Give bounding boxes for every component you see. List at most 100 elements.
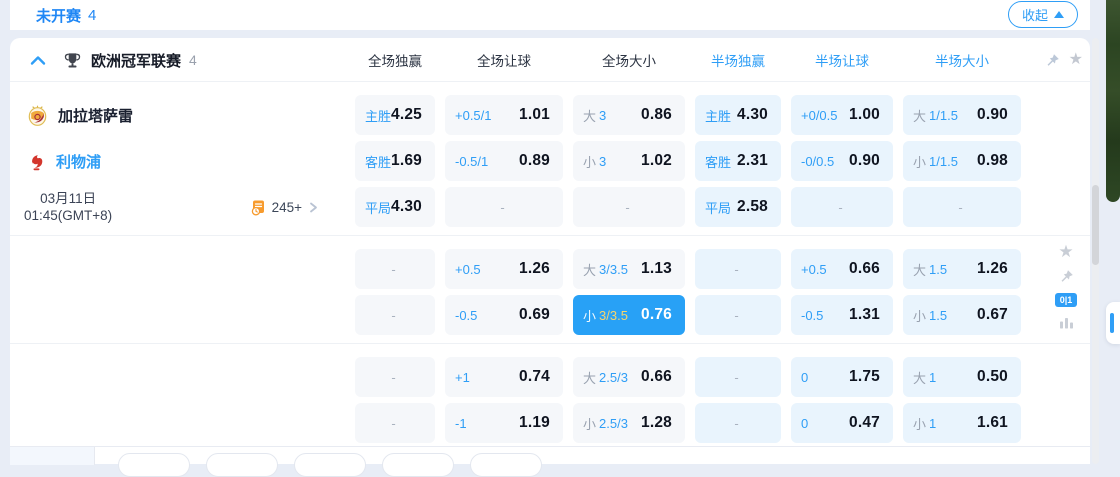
odds-cell[interactable]: 主胜 4.30	[695, 95, 781, 135]
odds-cell: -	[355, 357, 435, 397]
odds-cell[interactable]: 小 1 1.61	[903, 403, 1021, 443]
column-header-ht-overunder: 半场大小	[935, 54, 989, 69]
pushpin-icon[interactable]	[1045, 53, 1060, 68]
star-icon[interactable]: ★	[1058, 243, 1073, 260]
handicap-prefix: 小	[583, 308, 597, 324]
star-icon[interactable]: ★	[1069, 52, 1083, 68]
floating-widget-handle[interactable]	[1106, 302, 1120, 344]
next-section-partial	[10, 446, 1090, 477]
odds-cell[interactable]: 平局 2.58	[695, 187, 781, 227]
handicap-line: 1	[929, 415, 937, 431]
odds-cell[interactable]: 大 3 0.86	[573, 95, 685, 135]
odds-label: -1	[455, 415, 467, 431]
odds-cell: -	[903, 187, 1021, 227]
odds-cell[interactable]: 大 1/1.5 0.90	[903, 95, 1021, 135]
odds-cell[interactable]: 主胜 4.25	[355, 95, 435, 135]
handicap-prefix: 小	[913, 416, 927, 432]
odds-cell[interactable]: 小 2.5/3 1.28	[573, 403, 685, 443]
odds-cell[interactable]: +0.5 1.26	[445, 249, 563, 289]
odds-value: 2.31	[737, 152, 768, 169]
doc-clock-icon	[250, 199, 267, 216]
odds-cell[interactable]: -0/0.5 0.90	[791, 141, 893, 181]
odds-cell: -	[791, 187, 893, 227]
handicap-prefix: 大	[913, 108, 927, 124]
away-team-row[interactable]: 利物浦	[10, 151, 101, 172]
chevron-up-icon[interactable]	[30, 55, 46, 66]
odds-value: 2.58	[737, 198, 768, 215]
odds-value: 0.98	[977, 152, 1008, 169]
away-team-logo	[28, 152, 45, 171]
odds-row: 03月11日 01:45(GMT+8) 245+ 平局 4.30- - 平局 2.58-…	[10, 184, 1090, 230]
odds-row: - +1 0.74 大 2.5/3 0.66-0 1.75 大 1 0.50	[10, 354, 1090, 400]
pill-button[interactable]	[118, 453, 190, 477]
odds-label: -0.5	[455, 307, 478, 323]
next-section-info-cell	[10, 447, 95, 465]
betting-page: { "topbar": { "title": "未开赛", "count": "…	[0, 0, 1120, 477]
pitch-photo-edge	[1106, 0, 1120, 202]
odds-cell[interactable]: 大 1 0.50	[903, 357, 1021, 397]
pill-button[interactable]	[206, 453, 278, 477]
pill-button[interactable]	[470, 453, 542, 477]
odds-cell[interactable]: 小 1/1.5 0.98	[903, 141, 1021, 181]
odds-cell[interactable]: +0.5 0.66	[791, 249, 893, 289]
pill-button[interactable]	[382, 453, 454, 477]
odds-cell[interactable]: -0.5 1.31	[791, 295, 893, 335]
match-info-cell: 加拉塔萨雷	[10, 92, 345, 138]
pushpin-icon[interactable]	[1059, 269, 1074, 284]
home-team-row[interactable]: 加拉塔萨雷	[10, 105, 133, 126]
odds-label: 客胜	[705, 154, 732, 170]
odds-cell[interactable]: 大 2.5/3 0.66	[573, 357, 685, 397]
odds-value: 0.89	[519, 152, 550, 169]
odds-cell[interactable]: 平局 4.30	[355, 187, 435, 227]
odds-value: 0.66	[849, 260, 880, 277]
odds-label: +0.5	[801, 261, 827, 277]
odds-cell: -	[695, 249, 781, 289]
match-info-cell	[10, 246, 345, 292]
odds-cell[interactable]: 小 1.5 0.67	[903, 295, 1021, 335]
scrollbar-thumb[interactable]	[1092, 185, 1099, 265]
more-markets-link[interactable]: 245+	[250, 199, 319, 216]
collapse-button[interactable]: 收起	[1007, 1, 1078, 28]
next-section-pills	[118, 453, 542, 477]
handicap-line: 3	[599, 153, 607, 169]
collapse-button-label: 收起	[1021, 8, 1048, 23]
handicap-line: 1.5	[929, 307, 948, 323]
odds-cell: -	[695, 357, 781, 397]
odds-cell[interactable]: +1 0.74	[445, 357, 563, 397]
bar-chart-icon[interactable]	[1059, 316, 1074, 329]
column-header-ft-overunder: 全场大小	[602, 54, 656, 69]
odds-cell[interactable]: +0/0.5 1.00	[791, 95, 893, 135]
odds-value: 4.30	[737, 106, 768, 123]
handicap-prefix: 大	[583, 108, 597, 124]
odds-cell[interactable]: 大 1.5 1.26	[903, 249, 1021, 289]
odds-cell[interactable]: 小 3/3.5 0.76	[573, 295, 685, 335]
odds-value: 1.26	[977, 260, 1008, 277]
odds-cell: -	[695, 403, 781, 443]
handicap-prefix: 大	[583, 370, 597, 386]
odds-cell[interactable]: +0.5/1 1.01	[445, 95, 563, 135]
odds-cell[interactable]: 客胜 2.31	[695, 141, 781, 181]
odds-label: 0	[801, 415, 809, 431]
odds-cell[interactable]: 客胜 1.69	[355, 141, 435, 181]
odds-label: +1	[455, 369, 470, 385]
odds-row: 加拉塔萨雷 主胜 4.25 +0.5/1 1.01 大 3 0.86 主胜 4.30 +0/0.5…	[10, 92, 1090, 138]
odds-cell[interactable]: -1 1.19	[445, 403, 563, 443]
trophy-icon	[63, 51, 82, 70]
odds-cell[interactable]: -0.5 0.69	[445, 295, 563, 335]
odds-value: 1.19	[519, 414, 550, 431]
odds-cell[interactable]: 0 0.47	[791, 403, 893, 443]
odds-cell[interactable]: 0 1.75	[791, 357, 893, 397]
pill-button[interactable]	[294, 453, 366, 477]
odds-row: - +0.5 1.26 大 3/3.5 1.13- +0.5 0.66 大 1.5 1.26	[10, 246, 1090, 292]
score-stats-badge[interactable]: 0|1	[1055, 293, 1077, 307]
odds-cell: -	[695, 295, 781, 335]
odds-value: 4.30	[391, 198, 422, 215]
odds-label: -0.5/1	[455, 153, 489, 169]
odds-cell[interactable]: -0.5/1 0.89	[445, 141, 563, 181]
league-header: 欧洲冠军联赛 4 全场独赢 全场让球 全场大小 半场独赢 半场让球 半场大小 ★	[10, 38, 1090, 82]
odds-value: 0.76	[641, 306, 672, 323]
column-header-ft-1x2: 全场独赢	[368, 54, 422, 69]
odds-cell[interactable]: 大 3/3.5 1.13	[573, 249, 685, 289]
odds-value: 0.69	[519, 306, 550, 323]
odds-cell[interactable]: 小 3 1.02	[573, 141, 685, 181]
